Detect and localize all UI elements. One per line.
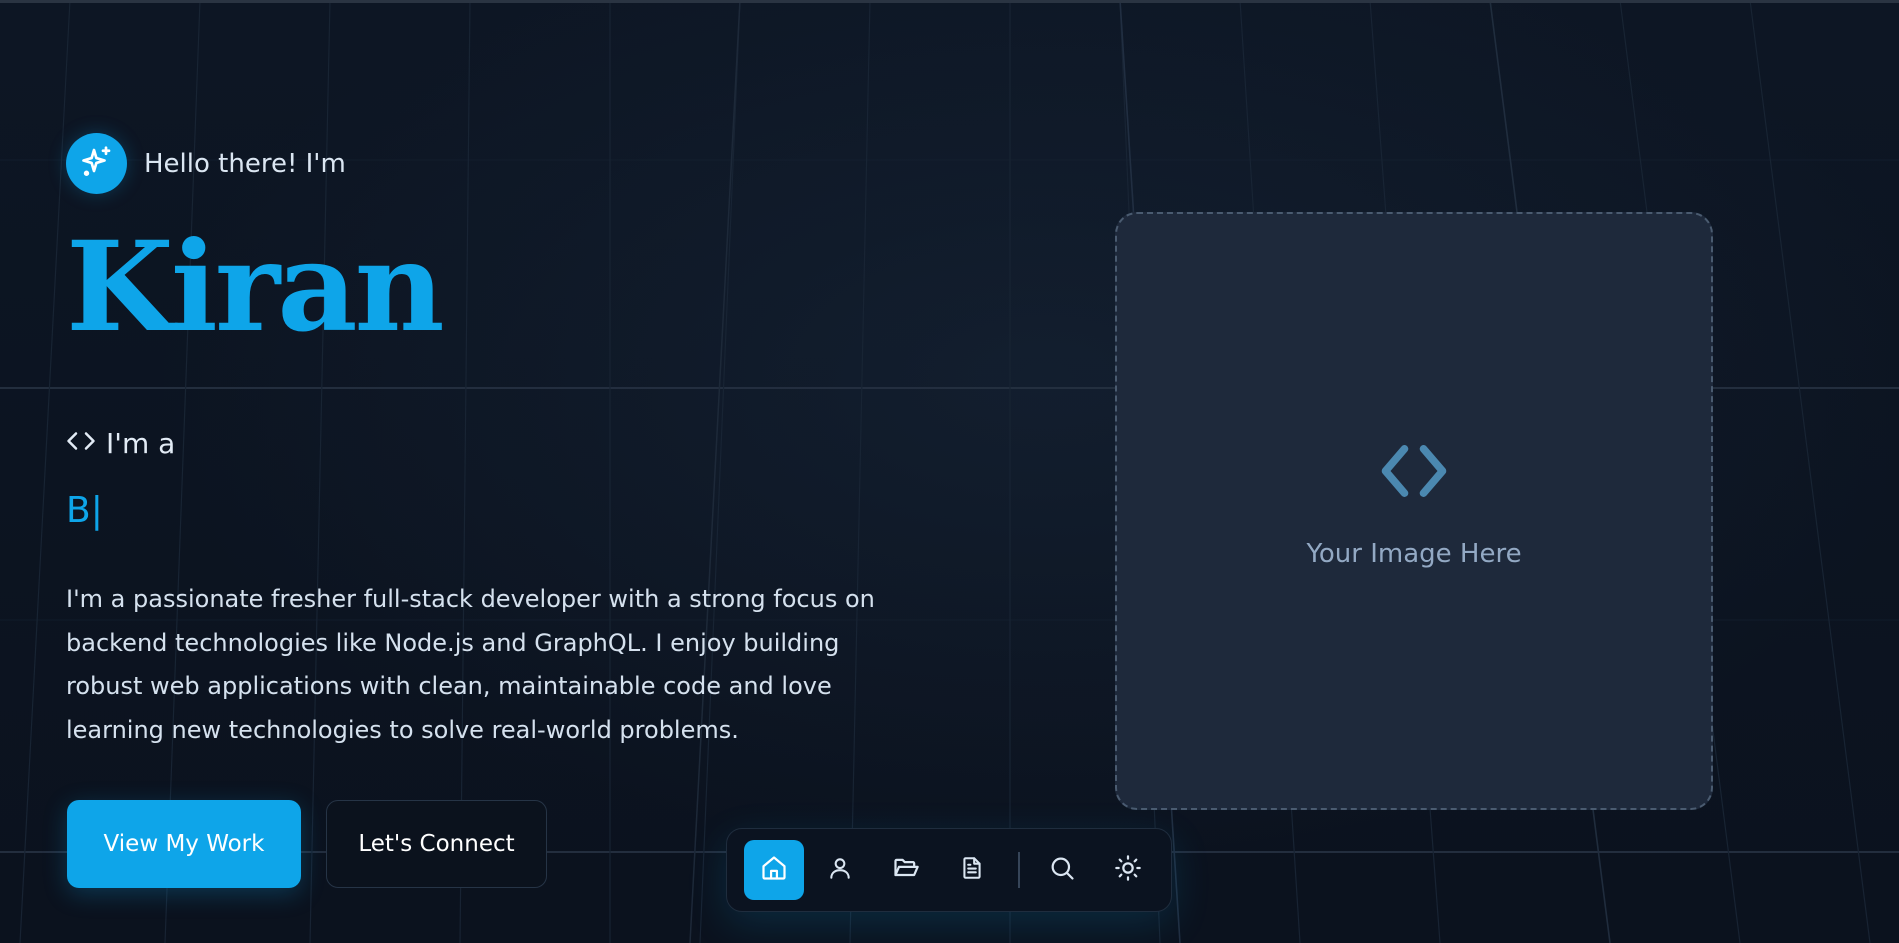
sun-icon — [1114, 854, 1142, 886]
hero-name: Kiran — [66, 215, 445, 360]
dock-resume-button[interactable] — [942, 840, 1002, 900]
role-prefix: I'm a — [106, 426, 176, 460]
dock-nav — [726, 828, 1172, 912]
dock-search-button[interactable] — [1032, 840, 1092, 900]
image-placeholder-label: Your Image Here — [1306, 539, 1522, 569]
code-brackets-icon — [66, 426, 96, 460]
typed-text: B — [66, 490, 91, 531]
typed-role: B| — [66, 490, 103, 531]
user-icon — [827, 855, 853, 885]
typing-caret: | — [90, 490, 103, 531]
dock-projects-button[interactable] — [876, 840, 936, 900]
top-border — [0, 0, 1899, 3]
hero-page: Hello there! I'm Kiran I'm a B| I'm a pa… — [0, 0, 1899, 943]
document-icon — [959, 855, 985, 885]
greeting: Hello there! I'm — [66, 133, 346, 194]
search-icon — [1048, 854, 1076, 886]
lets-connect-button[interactable]: Let's Connect — [326, 800, 547, 888]
code-brackets-icon — [1376, 433, 1452, 513]
view-my-work-button[interactable]: View My Work — [67, 800, 301, 888]
dock-theme-toggle[interactable] — [1098, 840, 1158, 900]
folder-icon — [892, 854, 920, 886]
bio-paragraph: I'm a passionate fresher full-stack deve… — [66, 585, 875, 744]
image-placeholder: Your Image Here — [1115, 212, 1713, 810]
dock-separator — [1018, 852, 1020, 888]
sparkles-badge — [66, 133, 127, 194]
dock-about-button[interactable] — [810, 840, 870, 900]
sparkles-icon — [79, 144, 115, 184]
dock-home-button[interactable] — [744, 840, 804, 900]
role-line: I'm a — [66, 426, 175, 460]
greeting-text: Hello there! I'm — [144, 148, 346, 179]
home-icon — [760, 854, 788, 886]
